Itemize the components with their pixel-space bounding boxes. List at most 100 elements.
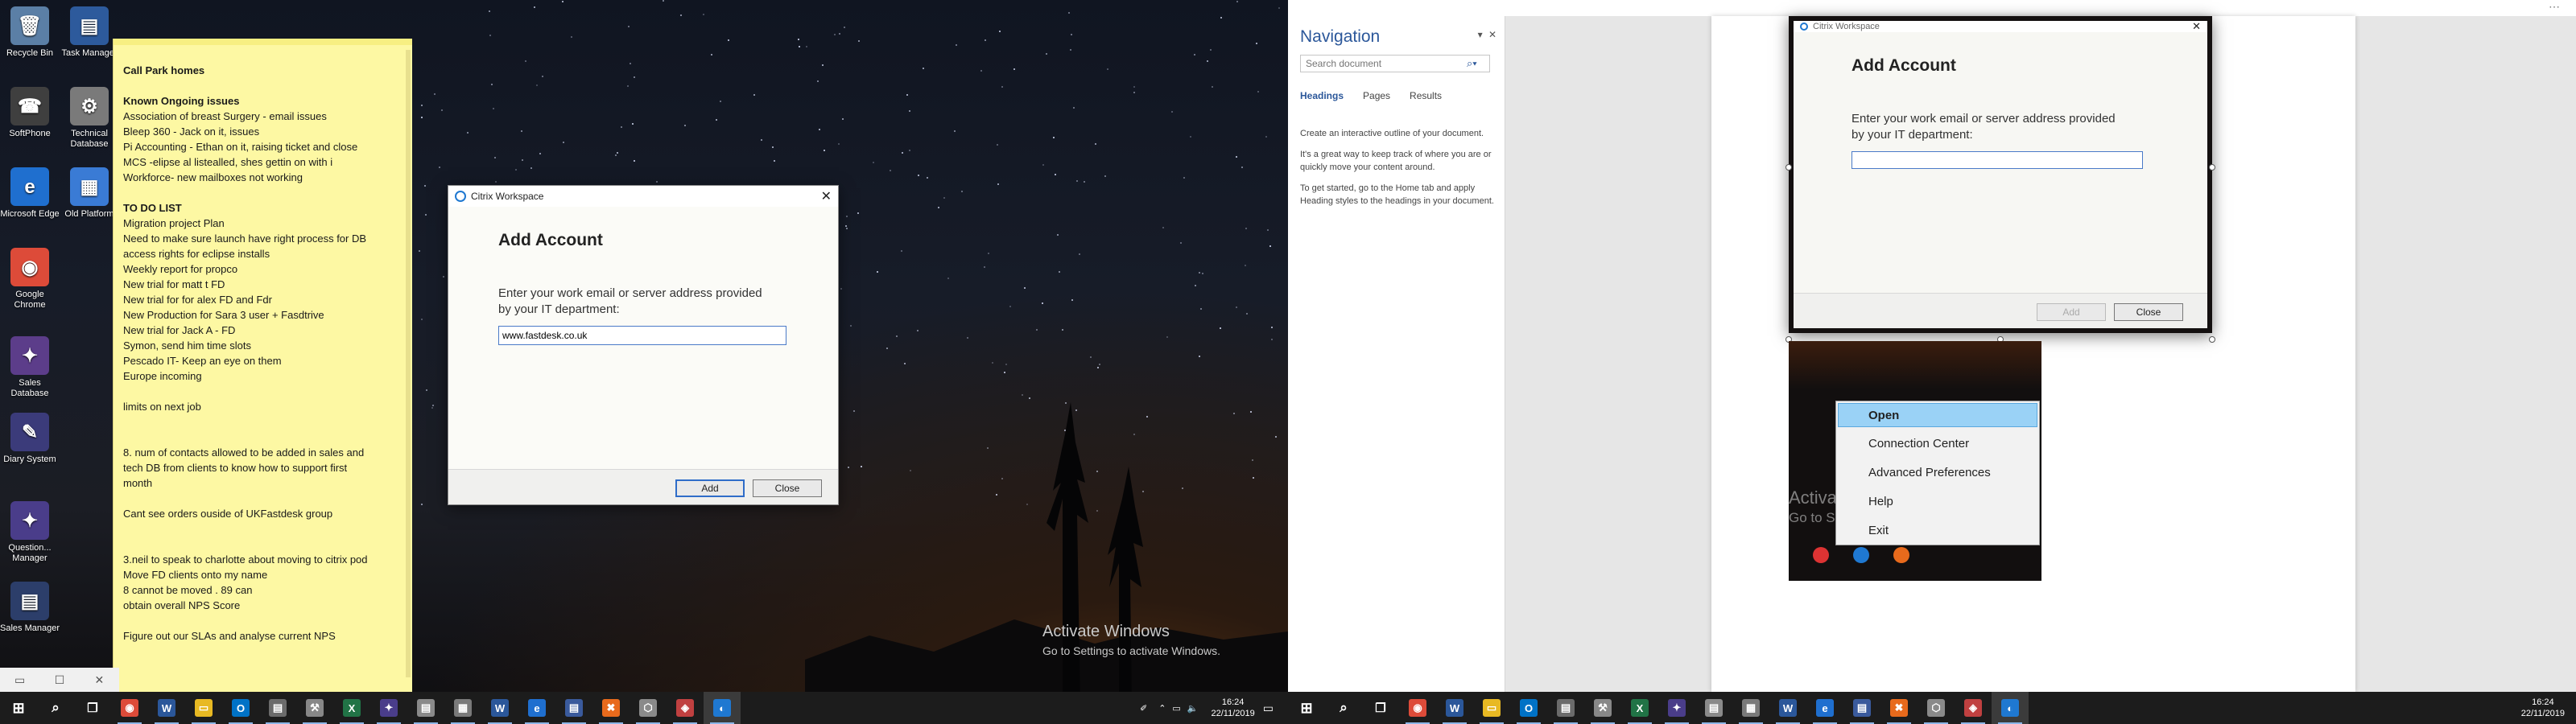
notes-icon: ▤ (269, 699, 287, 717)
search-button[interactable]: ⌕ (1325, 692, 1362, 724)
desktop-icon[interactable]: ✦ Question... Manager (0, 501, 60, 564)
star (431, 407, 433, 409)
taskbar-server-button[interactable]: ▦ (1732, 692, 1769, 724)
taskbar-shield-button[interactable]: ⬡ (1918, 692, 1955, 724)
task-view-button[interactable]: ❐ (74, 692, 111, 724)
taskbar-citrix-button[interactable]: ◐ (704, 692, 741, 724)
menu-item-help[interactable]: Help (1836, 487, 2039, 516)
taskbar-excel-button[interactable]: X (1621, 692, 1658, 724)
resize-handle[interactable] (2209, 336, 2215, 343)
show-hidden-icons[interactable]: ⌃ (1158, 703, 1166, 714)
taskbar-word-button[interactable]: W (1436, 692, 1473, 724)
taskbar-database-button[interactable]: ▤ (1843, 692, 1880, 724)
restore-icon[interactable]: ▭ (0, 668, 39, 692)
taskbar-excel-button[interactable]: X (333, 692, 370, 724)
taskbar-word-doc-button[interactable]: W (481, 692, 518, 724)
star (684, 125, 686, 126)
star (1133, 86, 1135, 88)
desktop-icon[interactable]: e Microsoft Edge (0, 167, 60, 220)
taskbar-vpn-button[interactable]: ◈ (1955, 692, 1992, 724)
network-icon[interactable]: ▭ (1172, 703, 1180, 714)
more-options-icon[interactable]: ⋯ (2549, 0, 2560, 14)
close-icon[interactable]: ✕ (80, 668, 119, 692)
search-button[interactable]: ⌕ (37, 692, 74, 724)
taskbar-chrome-button[interactable]: ◉ (1399, 692, 1436, 724)
sticky-note-text[interactable]: Call Park homes Known Ongoing issues Assoc… (123, 63, 401, 644)
star (1220, 327, 1221, 329)
close-icon[interactable]: ✕ (1488, 29, 1496, 40)
desktop-icon[interactable]: ▤ Sales Manager (0, 582, 60, 634)
star (439, 167, 440, 168)
close-icon[interactable]: ✕ (821, 188, 832, 204)
taskbar-chrome-button[interactable]: ◉ (111, 692, 148, 724)
clock[interactable]: 16:24 22/11/2019 (2521, 697, 2565, 719)
start-button[interactable]: ⊞ (1288, 692, 1325, 724)
taskbar-word-button[interactable]: W (148, 692, 185, 724)
tab-pages[interactable]: Pages (1363, 90, 1390, 101)
sticky-note-header[interactable] (114, 39, 412, 45)
desktop-icon[interactable]: ▦ Old Platform (60, 167, 119, 220)
taskbar-notes-button[interactable]: ▤ (1547, 692, 1584, 724)
taskbar-word-doc-button[interactable]: W (1769, 692, 1806, 724)
search-icon[interactable]: ⌕▾ (1467, 57, 1477, 70)
tab-headings[interactable]: Headings (1300, 90, 1344, 101)
search-icon: ⌕ (1340, 700, 1348, 715)
taskbar-server-button[interactable]: ▦ (444, 692, 481, 724)
taskbar-screenconnect-button[interactable]: ✖ (1880, 692, 1918, 724)
taskbar-outlook-button[interactable]: O (1510, 692, 1547, 724)
taskbar-tools-button[interactable]: ⚒ (1584, 692, 1621, 724)
desktop-icon[interactable]: ⚙ Technical Database (60, 87, 119, 150)
sticky-note-scrollbar[interactable] (406, 50, 411, 677)
desktop-icon[interactable]: ◉ Google Chrome (0, 248, 60, 311)
taskbar-app-button[interactable]: ✦ (1658, 692, 1695, 724)
taskbar-app-button[interactable]: ✦ (370, 692, 407, 724)
start-button[interactable]: ⊞ (0, 692, 37, 724)
add-button[interactable]: Add (675, 479, 745, 497)
menu-item-connection-center[interactable]: Connection Center (1836, 429, 2039, 458)
vpn-icon: ◈ (676, 699, 694, 717)
resize-handle[interactable] (1785, 164, 1792, 171)
resize-handle[interactable] (2209, 164, 2215, 171)
taskbar-edge-button[interactable]: e (1806, 692, 1843, 724)
notifications-icon[interactable]: ▭ (1263, 701, 1274, 715)
taskbar-file-button[interactable]: ▤ (1695, 692, 1732, 724)
desktop-icon[interactable]: ✦ Sales Database (0, 336, 60, 399)
chevron-down-icon[interactable]: ▾ (1478, 29, 1483, 40)
pasted-context-menu-image[interactable]: Activate Windows Go to Settings to activ… (1789, 341, 2041, 581)
menu-item-exit[interactable]: Exit (1836, 516, 2039, 545)
maximize-icon[interactable]: ☐ (39, 668, 79, 692)
pen-icon[interactable]: ✐ (1140, 703, 1147, 714)
taskbar-notes-button[interactable]: ▤ (259, 692, 296, 724)
search-document-input[interactable] (1300, 55, 1490, 72)
desktop-icon[interactable]: 🗑 Recycle Bin (0, 6, 60, 59)
taskbar-edge-button[interactable]: e (518, 692, 555, 724)
taskbar-outlook-button[interactable]: O (222, 692, 259, 724)
star (632, 123, 634, 125)
taskbar-citrix-button[interactable]: ◐ (1992, 692, 2029, 724)
desktop-icon[interactable]: ✎ Diary System (0, 413, 60, 465)
taskbar-shield-button[interactable]: ⬡ (630, 692, 667, 724)
sticky-note-line (123, 384, 401, 399)
account-address-input[interactable] (498, 326, 786, 345)
desktop-icon[interactable]: ☎ SoftPhone (0, 87, 60, 139)
menu-item-advanced-preferences[interactable]: Advanced Preferences (1836, 458, 2039, 487)
taskbar-screenconnect-button[interactable]: ✖ (592, 692, 630, 724)
taskbar-file-explorer-button[interactable]: ▭ (1473, 692, 1510, 724)
menu-item-open[interactable]: Open (1838, 403, 2037, 427)
volume-icon[interactable]: 🔈 (1187, 703, 1199, 714)
taskbar-database-button[interactable]: ▤ (555, 692, 592, 724)
taskbar-vpn-button[interactable]: ◈ (667, 692, 704, 724)
tab-results[interactable]: Results (1410, 90, 1442, 101)
dialog-heading: Add Account (498, 231, 603, 249)
taskbar-file-button[interactable]: ▤ (407, 692, 444, 724)
star (1199, 272, 1200, 274)
desktop-icon[interactable]: ▤ Task Manager (60, 6, 119, 59)
clock[interactable]: 16:24 22/11/2019 (1212, 697, 1255, 719)
close-button[interactable]: Close (753, 479, 822, 497)
taskbar-file-explorer-button[interactable]: ▭ (185, 692, 222, 724)
sticky-note[interactable]: Call Park homes Known Ongoing issues Assoc… (113, 39, 412, 692)
task-view-button[interactable]: ❐ (1362, 692, 1399, 724)
star (896, 335, 898, 337)
taskbar-tools-button[interactable]: ⚒ (296, 692, 333, 724)
pasted-citrix-dialog-image[interactable]: Citrix Workspace ✕ Add Account Enter you… (1789, 16, 2212, 333)
